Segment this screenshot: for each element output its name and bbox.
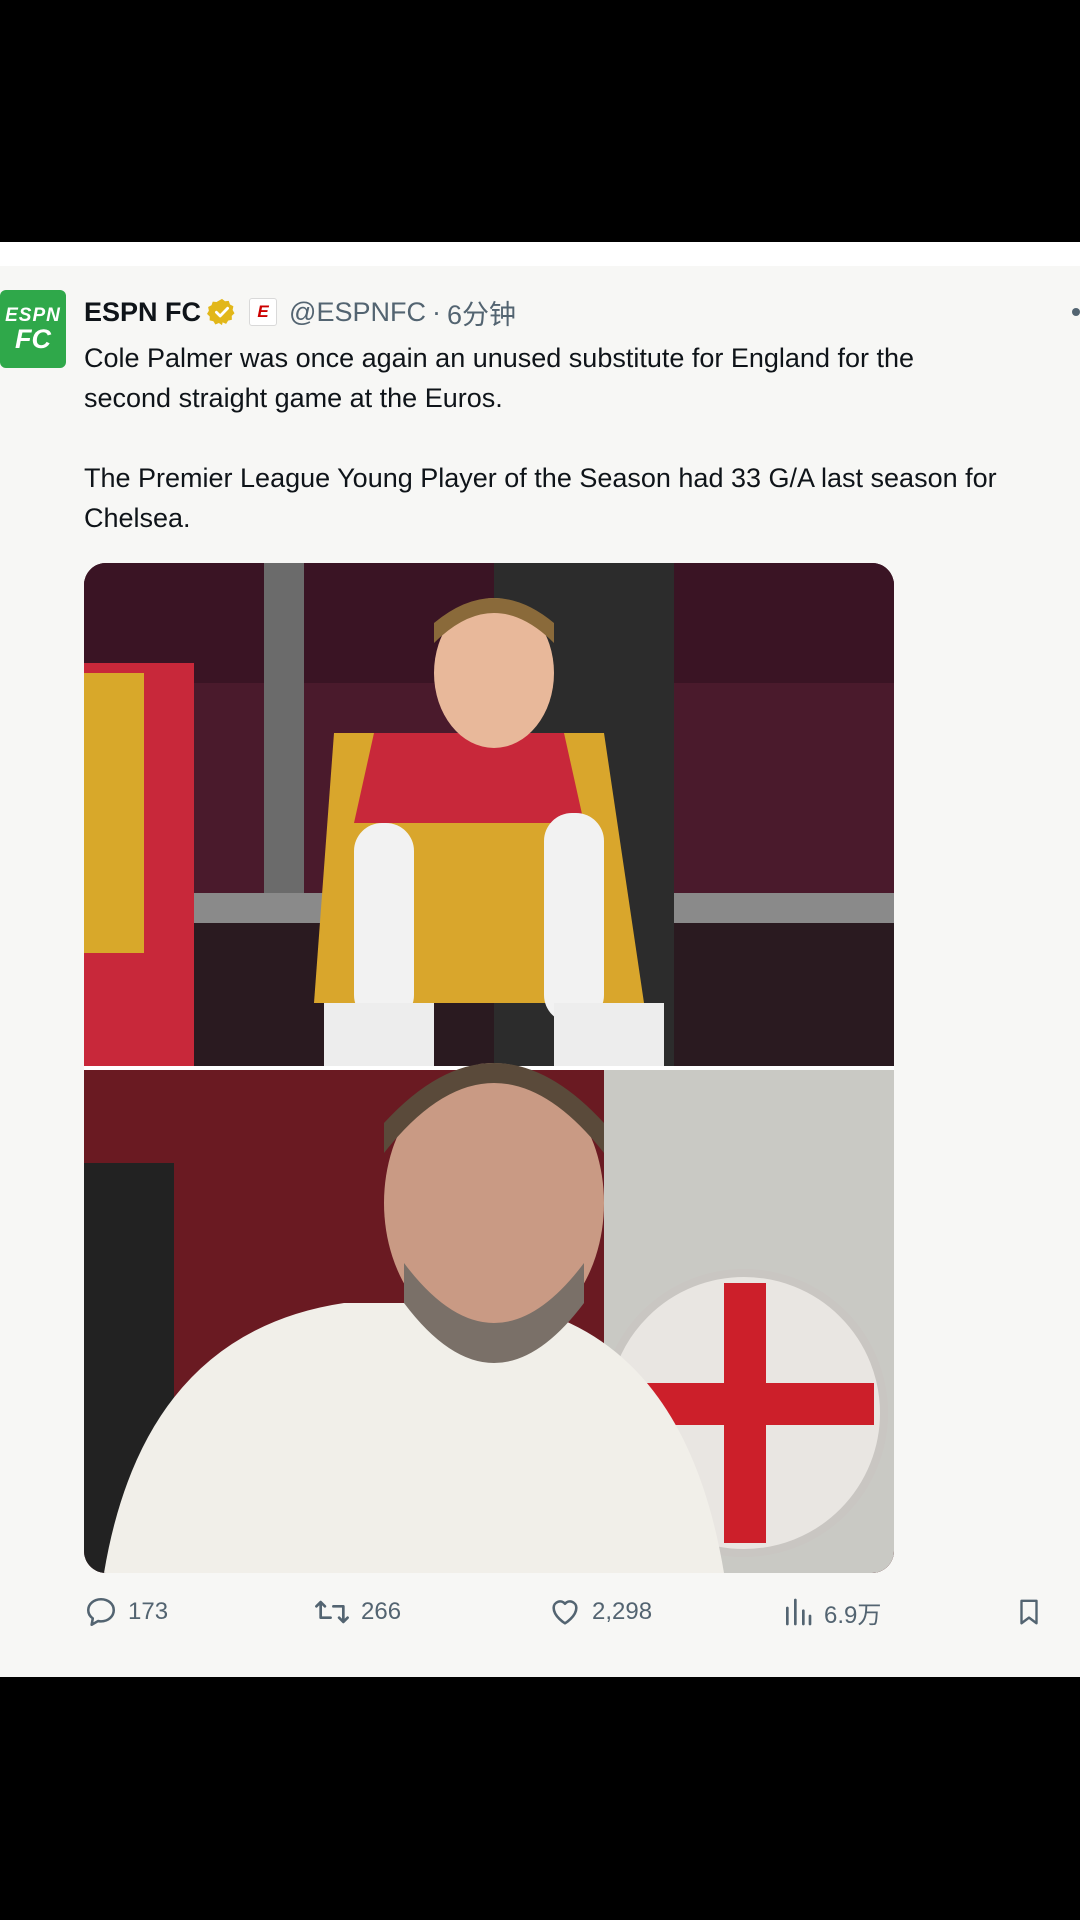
like-button[interactable]: 2,298 — [548, 1582, 652, 1642]
bottom-black-bar — [0, 1677, 1080, 1920]
avatar-logo-line1: ESPN — [5, 304, 61, 326]
like-icon — [552, 1600, 578, 1625]
card-top-strip — [0, 242, 1080, 266]
tweet-text-line: Cole Palmer was once again an unused sub… — [84, 343, 915, 373]
tweet-text-line: Chelsea. — [84, 503, 191, 533]
header-separator: · — [431, 296, 441, 327]
verified-icon — [207, 297, 237, 327]
repost-count: 266 — [361, 1598, 402, 1625]
tweet-text-line: second straight game at the Euros. — [84, 383, 503, 413]
views-count: 6.9万 — [824, 1601, 882, 1629]
tweet-text: Cole Palmer was once again an unused sub… — [84, 338, 1080, 538]
tweet-card[interactable]: ESPN FC ESPN FC E @ESPNFC · 6分钟 Cole Pal… — [0, 242, 1080, 1677]
author-handle[interactable]: @ESPNFC — [289, 297, 426, 328]
tweet-header: ESPN FC E @ESPNFC · 6分钟 — [84, 292, 516, 332]
top-black-bar — [0, 0, 1080, 242]
tweet-time[interactable]: 6分钟 — [447, 293, 516, 332]
espn-affiliate-badge-icon[interactable]: E — [249, 298, 278, 326]
more-icon[interactable] — [1072, 308, 1080, 316]
reply-button[interactable]: 173 — [84, 1582, 168, 1642]
espn-badge-letter: E — [257, 302, 269, 321]
tweet-text-line: The Premier League Young Player of the S… — [84, 463, 997, 493]
bookmark-icon — [1020, 1599, 1038, 1625]
views-button[interactable]: 6.9万 — [782, 1582, 881, 1642]
repost-icon — [315, 1600, 349, 1624]
bookmark-button[interactable] — [1014, 1582, 1054, 1642]
avatar-logo-line2: FC — [15, 323, 51, 354]
repost-button[interactable]: 266 — [313, 1582, 401, 1642]
like-count: 2,298 — [592, 1598, 653, 1625]
views-icon — [786, 1598, 812, 1626]
media-photo-illustration — [84, 563, 894, 1573]
action-bar: 173 266 2,298 6.9万 — [0, 1582, 1080, 1642]
tweet-media[interactable] — [84, 563, 894, 1573]
author-name[interactable]: ESPN FC — [84, 297, 201, 328]
reply-icon — [86, 1597, 116, 1627]
reply-count: 173 — [128, 1598, 169, 1625]
avatar[interactable]: ESPN FC — [0, 290, 66, 368]
